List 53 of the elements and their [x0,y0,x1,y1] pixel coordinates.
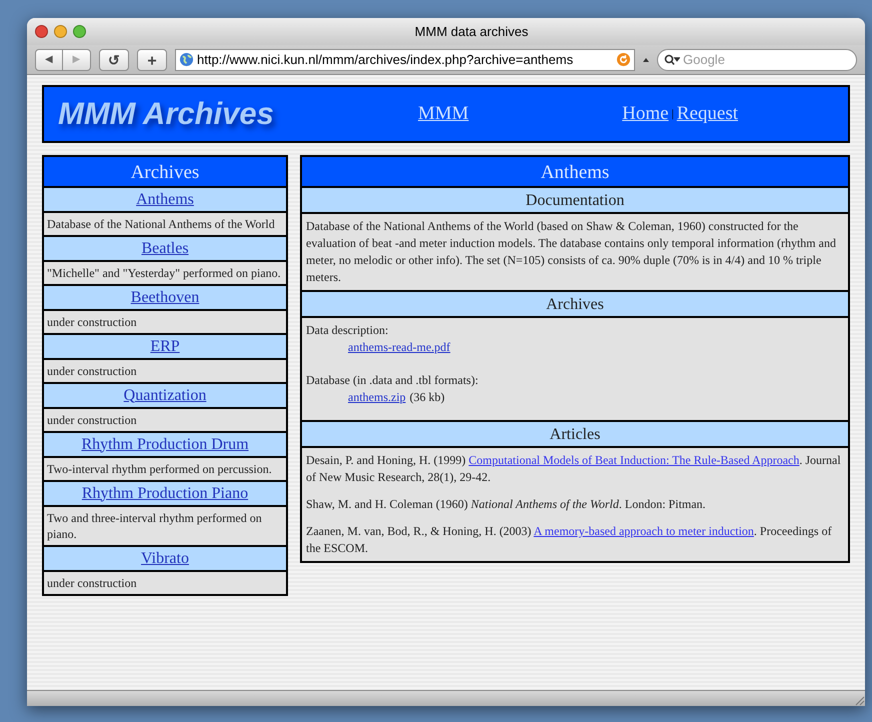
article-reference: Zaanen, M. van, Bod, R., & Honing, H. (2003) A memory-based approach to meter induction. Proceedings of the ESCOM. [306,523,833,557]
refresh-icon[interactable] [616,52,631,67]
file-link[interactable]: anthems.zip [348,389,406,406]
archive-description: Two-interval rhythm performed on percussion. [44,458,286,482]
address-field[interactable]: http://www.nici.kun.nl/mmm/archives/index.php?archive=anthems [175,48,635,70]
archive-link[interactable]: Rhythm Production Piano [82,482,248,506]
archive-link[interactable]: Beethoven [130,286,200,310]
separator: | [672,106,674,122]
search-input[interactable]: Google [683,50,850,70]
section-header: Anthems [302,157,848,188]
zoom-button[interactable] [73,25,86,38]
resize-handle-icon[interactable] [853,694,865,706]
globe-icon [179,52,194,67]
archive-description: under construction [44,409,286,433]
archive-link[interactable]: Beatles [141,236,189,260]
sidebar-header: Archives [44,157,286,188]
nav-link[interactable]: Request [676,100,738,128]
archive-description: under construction [44,572,286,594]
minimize-button[interactable] [54,25,67,38]
site-logo: MMM Archives [58,94,275,133]
nav-link[interactable]: MMM [418,100,469,128]
documentation-text: Database of the National Anthems of the World (based on Shaw & Coleman, 1960) constructed for the evaluation of beat -and meter induction models. The database contains only temporal information (rhythm and meter, no melodic or other info). The set (N=105) consists of ca. 90% duple (70% is in 4/4) and 10 % triple meters. [302,214,848,292]
search-icon [664,54,680,66]
article-link[interactable]: A memory-based approach to meter induction [534,524,754,538]
file-link[interactable]: anthems-read-me.pdf [348,339,450,356]
archive-description: "Michelle" and "Yesterday" performed on piano. [44,262,286,286]
section-heading: Articles [302,422,848,448]
url-text: http://www.nici.kun.nl/mmm/archives/index.php?archive=anthems [197,50,574,69]
article-reference: Desain, P. and Honing, H. (1999) Computational Models of Beat Induction: The Rule-Based Approach. Journal of New Music Research, 28(1), 29-42. [306,452,842,486]
archive-link[interactable]: Rhythm Production Drum [81,432,249,456]
file-label: Data description: [306,322,390,339]
archive-description: under construction [44,360,286,384]
close-button[interactable] [35,25,48,38]
archive-link[interactable]: Vibrato [141,546,189,570]
archive-description: Database of the National Anthems of the World [44,213,286,237]
caret-icon[interactable] [643,56,649,62]
reload-button[interactable]: ↺ [99,48,129,70]
add-bookmark-button[interactable]: + [137,48,167,70]
file-label: Database (in .data and .tbl formats): [306,372,480,389]
archive-link[interactable]: Quantization [124,384,206,408]
archive-description: under construction [44,311,286,335]
archive-link[interactable]: Anthems [136,188,194,212]
search-box[interactable]: Google [657,48,857,70]
back-button[interactable]: ◀ [35,48,63,70]
archive-description: Two and three-interval rhythm performed on piano. [44,507,286,547]
article-reference: Shaw, M. and H. Coleman (1960) National Anthems of the World. London: Pitman. [306,496,707,513]
section-heading: Documentation [302,188,848,214]
archive-link[interactable]: ERP [150,334,180,358]
window-title: MMM data archives [414,24,528,39]
article-link[interactable]: Computational Models of Beat Induction: The Rule-Based Approach [468,453,800,467]
file-size: (36 kb) [410,389,445,406]
section-heading: Archives [302,292,848,318]
nav-link[interactable]: Home [622,100,669,128]
